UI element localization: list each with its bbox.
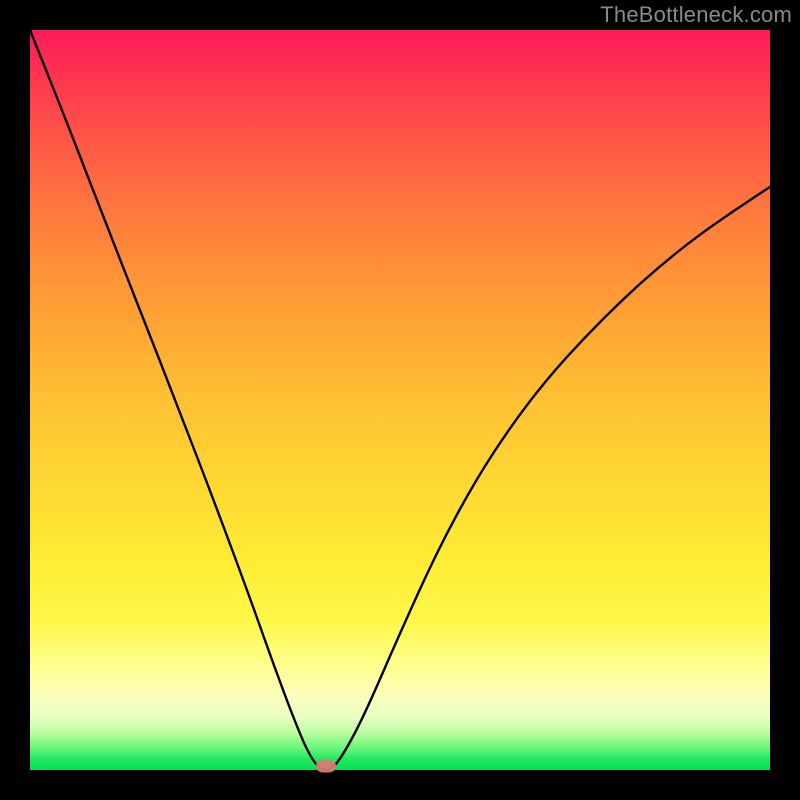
optimal-marker bbox=[316, 760, 336, 773]
watermark-text: TheBottleneck.com bbox=[600, 2, 792, 28]
chart-frame: TheBottleneck.com bbox=[0, 0, 800, 800]
chart-plot-area bbox=[30, 30, 770, 770]
bottleneck-curve bbox=[30, 30, 770, 770]
curve-path bbox=[30, 30, 770, 770]
